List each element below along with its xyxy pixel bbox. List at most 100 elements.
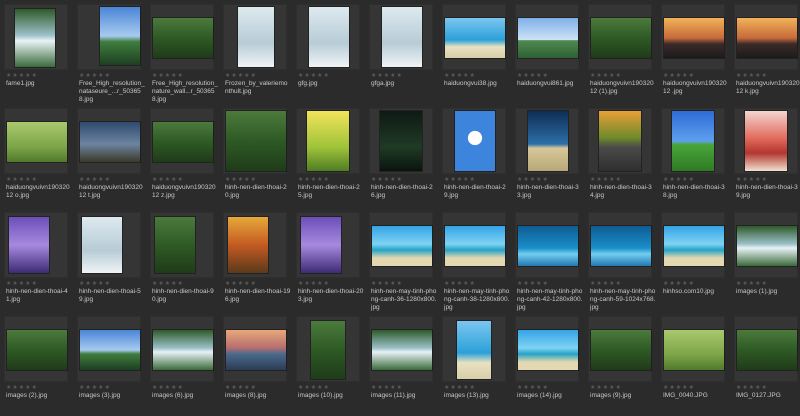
rating-stars[interactable]: ★★★★★ xyxy=(298,281,330,287)
image-thumbnail[interactable] xyxy=(599,111,641,171)
rating-stars[interactable]: ★★★★★ xyxy=(444,281,476,287)
file-thumbnail-item[interactable]: ★★★★★ hinh-nen-dien-thoai-26.jpg xyxy=(369,108,433,208)
rating-stars[interactable]: ★★★★★ xyxy=(590,177,622,183)
image-thumbnail[interactable] xyxy=(80,122,140,162)
image-thumbnail[interactable] xyxy=(7,330,67,370)
file-thumbnail-item[interactable]: ★★★★★ hinh-nen-dien-thoai-34.jpg xyxy=(588,108,652,208)
file-thumbnail-item[interactable]: ★★★★★ hinh-nen-dien-thoai-203.jpg xyxy=(296,212,363,312)
file-thumbnail-item[interactable]: ★★★★★ images (2).jpg xyxy=(4,316,68,416)
file-thumbnail-item[interactable]: ★★★★★ hinh-nen-dien-thoai-33.jpg xyxy=(515,108,579,208)
image-thumbnail[interactable] xyxy=(664,18,724,58)
image-thumbnail[interactable] xyxy=(153,18,213,58)
rating-stars[interactable]: ★★★★★ xyxy=(736,281,768,287)
rating-stars[interactable]: ★★★★★ xyxy=(225,73,257,79)
file-thumbnail-item[interactable]: ★★★★★ haiduongvui38.jpg xyxy=(442,4,506,104)
file-thumbnail-item[interactable]: ★★★★★ hinh-nen-may-tinh-phong-canh-59-102… xyxy=(588,212,655,312)
image-thumbnail[interactable] xyxy=(380,111,422,171)
image-thumbnail[interactable] xyxy=(372,226,432,266)
file-thumbnail-item[interactable]: ★★★★★ IMG_0127.JPG xyxy=(734,316,798,416)
rating-stars[interactable]: ★★★★★ xyxy=(517,73,549,79)
file-thumbnail-item[interactable]: ★★★★★ hinh-nen-dien-thoai-29.jpg xyxy=(442,108,506,208)
file-thumbnail-item[interactable]: ★★★★★ images (10).jpg xyxy=(296,316,360,416)
file-thumbnail-item[interactable]: ★★★★★ gfg.jpg xyxy=(296,4,360,104)
rating-stars[interactable]: ★★★★★ xyxy=(79,73,111,79)
file-thumbnail-item[interactable]: ★★★★★ images (8).jpg xyxy=(223,316,287,416)
rating-stars[interactable]: ★★★★★ xyxy=(517,177,549,183)
image-thumbnail[interactable] xyxy=(9,217,49,273)
image-thumbnail[interactable] xyxy=(591,330,651,370)
image-thumbnail[interactable] xyxy=(226,111,286,171)
file-thumbnail-item[interactable]: ★★★★★ images (14).jpg xyxy=(515,316,579,416)
rating-stars[interactable]: ★★★★★ xyxy=(6,177,38,183)
file-thumbnail-item[interactable]: ★★★★★ haiduongvuivn19032012 z.jpg xyxy=(150,108,216,208)
file-thumbnail-item[interactable]: ★★★★★ Free_High_resolution_nature_wall...… xyxy=(150,4,218,104)
image-thumbnail[interactable] xyxy=(664,330,724,370)
rating-stars[interactable]: ★★★★★ xyxy=(590,281,622,287)
image-thumbnail[interactable] xyxy=(457,321,491,379)
image-thumbnail[interactable] xyxy=(153,330,213,370)
image-thumbnail[interactable] xyxy=(737,330,797,370)
rating-stars[interactable]: ★★★★★ xyxy=(736,177,768,183)
file-thumbnail-item[interactable]: ★★★★★ Free_High_resolution_nataseure_...r… xyxy=(77,4,145,104)
image-thumbnail[interactable] xyxy=(155,217,195,273)
file-thumbnail-item[interactable]: ★★★★★ hinh-nen-may-tinh-phong-canh-38-128… xyxy=(442,212,509,312)
image-thumbnail[interactable] xyxy=(518,226,578,266)
rating-stars[interactable]: ★★★★★ xyxy=(152,281,184,287)
rating-stars[interactable]: ★★★★★ xyxy=(663,73,695,79)
file-thumbnail-item[interactable]: ★★★★★ Frozen_by_valeriemonthult.jpg xyxy=(223,4,288,104)
file-thumbnail-item[interactable]: ★★★★★ hinh-nen-may-tinh-phong-canh-36-128… xyxy=(369,212,436,312)
file-thumbnail-item[interactable]: ★★★★★ fame1.jpg xyxy=(4,4,68,104)
rating-stars[interactable]: ★★★★★ xyxy=(298,73,330,79)
image-thumbnail[interactable] xyxy=(382,7,422,67)
rating-stars[interactable]: ★★★★★ xyxy=(6,281,38,287)
rating-stars[interactable]: ★★★★★ xyxy=(6,385,38,391)
rating-stars[interactable]: ★★★★★ xyxy=(444,73,476,79)
file-thumbnail-item[interactable]: ★★★★★ images (6).jpg xyxy=(150,316,214,416)
file-thumbnail-item[interactable]: ★★★★★ gfga.jpg xyxy=(369,4,433,104)
file-thumbnail-item[interactable]: ★★★★★ images (13).jpg xyxy=(442,316,506,416)
image-thumbnail[interactable] xyxy=(307,111,349,171)
image-thumbnail[interactable] xyxy=(15,9,55,67)
image-thumbnail[interactable] xyxy=(745,111,787,171)
image-thumbnail[interactable] xyxy=(82,217,122,273)
file-thumbnail-item[interactable]: ★★★★★ images (1).jpg xyxy=(734,212,798,312)
rating-stars[interactable]: ★★★★★ xyxy=(736,385,768,391)
rating-stars[interactable]: ★★★★★ xyxy=(663,281,695,287)
rating-stars[interactable]: ★★★★★ xyxy=(225,281,257,287)
rating-stars[interactable]: ★★★★★ xyxy=(444,177,476,183)
image-thumbnail[interactable] xyxy=(301,217,341,273)
image-thumbnail[interactable] xyxy=(226,330,286,370)
image-thumbnail[interactable] xyxy=(591,226,651,266)
image-thumbnail[interactable] xyxy=(372,330,432,370)
image-thumbnail[interactable] xyxy=(309,7,349,67)
file-thumbnail-item[interactable]: ★★★★★ haiduongvuivn19032012 k.jpg xyxy=(734,4,800,104)
file-thumbnail-item[interactable]: ★★★★★ hinh-nen-dien-thoai-41.jpg xyxy=(4,212,68,312)
rating-stars[interactable]: ★★★★★ xyxy=(152,177,184,183)
rating-stars[interactable]: ★★★★★ xyxy=(79,177,111,183)
file-thumbnail-item[interactable]: ★★★★★ images (11).jpg xyxy=(369,316,433,416)
image-thumbnail[interactable] xyxy=(311,321,345,379)
image-thumbnail[interactable] xyxy=(737,18,797,58)
image-thumbnail[interactable] xyxy=(518,18,578,58)
rating-stars[interactable]: ★★★★★ xyxy=(444,385,476,391)
rating-stars[interactable]: ★★★★★ xyxy=(371,177,403,183)
image-thumbnail[interactable] xyxy=(518,330,578,370)
image-thumbnail[interactable] xyxy=(238,7,274,67)
image-thumbnail[interactable] xyxy=(664,226,724,266)
file-thumbnail-item[interactable]: ★★★★★ haiduongvui861.jpg xyxy=(515,4,579,104)
file-thumbnail-item[interactable]: ★★★★★ images (3).jpg xyxy=(77,316,141,416)
file-thumbnail-item[interactable]: ★★★★★ hinh-nen-dien-thoai-196.jpg xyxy=(223,212,290,312)
file-thumbnail-item[interactable]: ★★★★★ haiduongvuivn19032012 o.jpg xyxy=(4,108,70,208)
image-thumbnail[interactable] xyxy=(228,217,268,273)
rating-stars[interactable]: ★★★★★ xyxy=(225,177,257,183)
file-thumbnail-item[interactable]: ★★★★★ haiduongvuivn19032012 t.jpg xyxy=(77,108,143,208)
rating-stars[interactable]: ★★★★★ xyxy=(298,385,330,391)
file-thumbnail-item[interactable]: ★★★★★ hinh-nen-dien-thoai-39.jpg xyxy=(734,108,798,208)
file-thumbnail-item[interactable]: ★★★★★ hinh-nen-dien-thoai-90.jpg xyxy=(150,212,214,312)
rating-stars[interactable]: ★★★★★ xyxy=(79,385,111,391)
file-thumbnail-item[interactable]: ★★★★★ hinh-nen-dien-thoai-20.jpg xyxy=(223,108,287,208)
file-thumbnail-item[interactable]: ★★★★★ hinhso.com10.jpg xyxy=(661,212,725,312)
image-thumbnail[interactable] xyxy=(455,111,495,171)
image-thumbnail[interactable] xyxy=(445,18,505,58)
file-thumbnail-item[interactable]: ★★★★★ haiduongvuivn19032012 (1).jpg xyxy=(588,4,654,104)
